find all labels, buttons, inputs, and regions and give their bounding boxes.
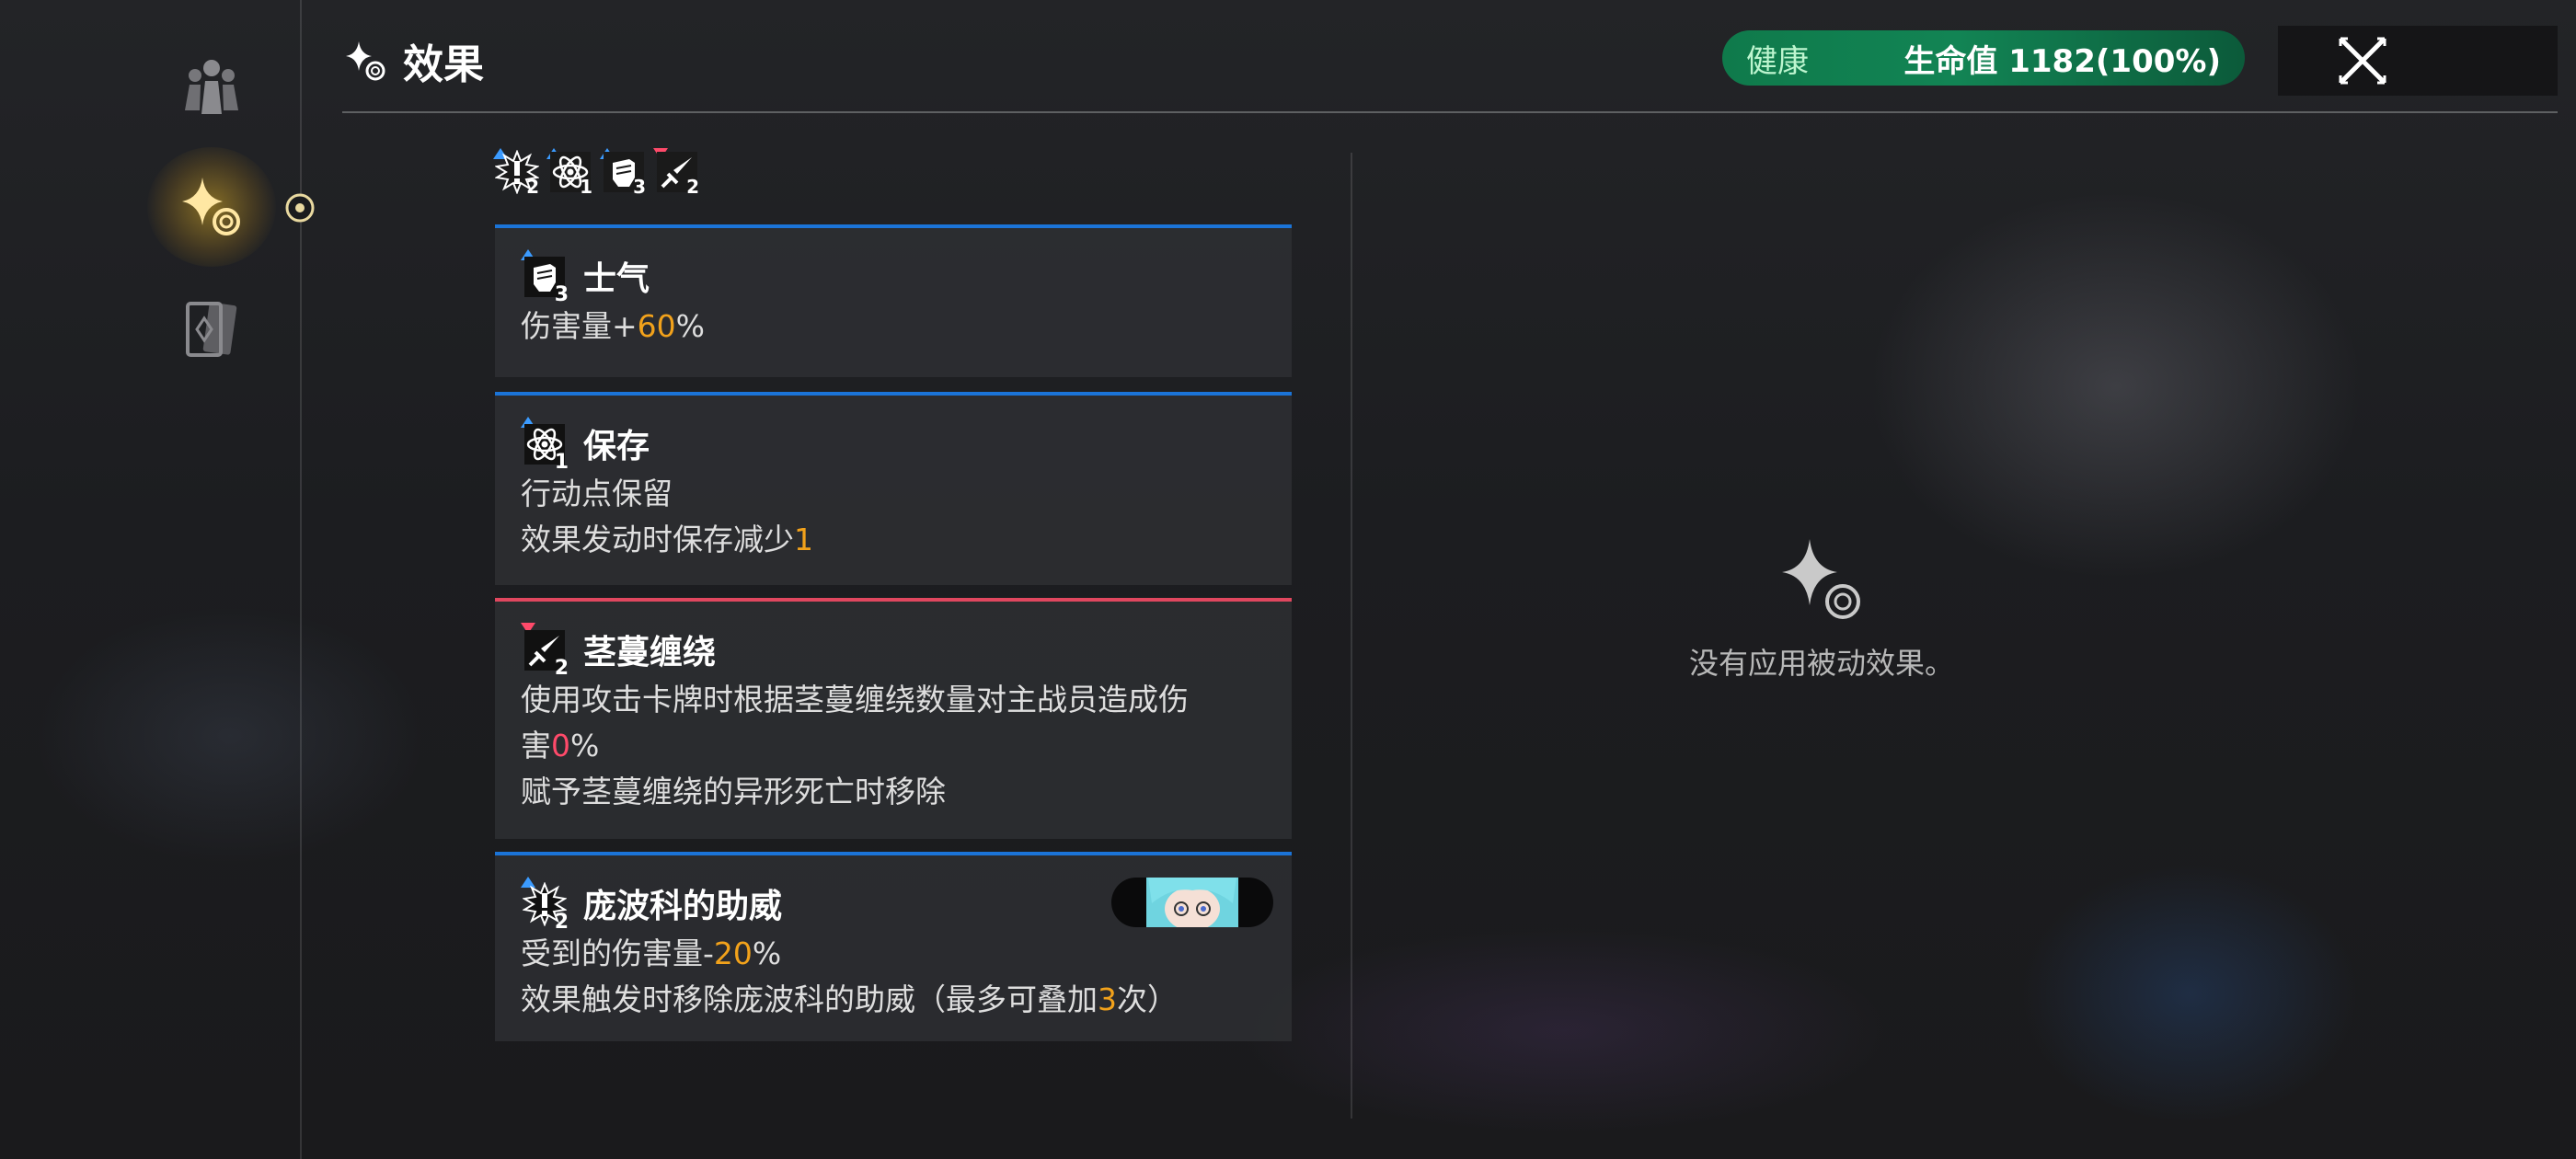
- sidebar-item-effects[interactable]: [147, 147, 276, 267]
- desc-value: 3: [1098, 981, 1117, 1017]
- effect-title: 保存: [583, 428, 650, 465]
- close-x-icon: [2339, 37, 2386, 85]
- desc-value: 60: [637, 308, 676, 344]
- panel-divider: [1351, 153, 1352, 1119]
- desc-text: %: [675, 308, 706, 344]
- summary-count: 2: [526, 176, 539, 198]
- summary-exclamation[interactable]: 2: [493, 148, 541, 198]
- effect-desc: 害0%: [521, 723, 1266, 769]
- sparkle-swirl-icon: [346, 41, 385, 81]
- effect-desc: 效果触发时移除庞波科的助威（最多可叠加3次）: [521, 977, 1266, 1023]
- card-icon-wrap: 2: [521, 877, 569, 934]
- card-icon-wrap: 3: [521, 249, 569, 306]
- character-avatar-icon: [1146, 878, 1238, 927]
- desc-text: %: [570, 728, 600, 763]
- indicator-ring-icon: [285, 193, 315, 223]
- effect-title: 士气: [583, 260, 650, 298]
- desc-text: %: [752, 935, 782, 971]
- summary-count: 2: [686, 176, 699, 198]
- hp-value: 生命值 1182(100%): [1903, 42, 2221, 80]
- summary-sword[interactable]: 2: [653, 148, 701, 198]
- desc-text: 效果发动时保存减少: [521, 522, 794, 557]
- effect-card-vine-entangle[interactable]: 2 茎蔓缠绕 使用攻击卡牌时根据茎蔓缠绕数量对主战员造成伤 害0% 赋予茎蔓缠绕…: [495, 598, 1292, 839]
- desc-text: 效果触发时移除庞波科的助威（最多可叠加: [521, 981, 1098, 1017]
- desc-text: 次）: [1117, 981, 1178, 1017]
- party-members-icon: [185, 60, 238, 114]
- desc-value: 20: [713, 935, 753, 971]
- cards-icon: [186, 302, 237, 357]
- effect-title: 庞波科的助威: [583, 888, 783, 925]
- desc-text: 伤害量+: [521, 308, 638, 344]
- desc-value: 1: [794, 522, 813, 557]
- close-button[interactable]: [2278, 26, 2558, 96]
- summary-count: 1: [580, 176, 592, 198]
- effect-card-morale[interactable]: 3 士气 伤害量+60%: [495, 224, 1292, 377]
- passive-effects-empty: 没有应用被动效果。: [1674, 534, 1969, 683]
- card-header: 2 茎蔓缠绕: [521, 622, 1266, 680]
- stack-count: 2: [554, 657, 569, 680]
- effects-sparkle-icon: [182, 178, 240, 235]
- sparkle-swirl-icon: [1782, 539, 1860, 619]
- title-label: 效果: [403, 41, 484, 88]
- effect-desc: 伤害量+60%: [521, 304, 1266, 350]
- header-divider: [342, 111, 2558, 113]
- sidebar-item-party[interactable]: [175, 52, 248, 121]
- effect-title: 茎蔓缠绕: [583, 634, 717, 671]
- effect-desc: 赋予茎蔓缠绕的异形死亡时移除: [521, 774, 946, 809]
- stack-count: 3: [554, 283, 569, 306]
- desc-value: 0: [551, 728, 570, 763]
- effect-desc: 使用攻击卡牌时根据茎蔓缠绕数量对主战员造成伤: [521, 682, 1189, 717]
- effect-desc: 受到的伤害量-20%: [521, 931, 1266, 977]
- card-header: 3 士气: [521, 248, 1266, 306]
- effect-card-cheer[interactable]: 2 庞波科的助威 受到的伤害量-20% 效果触发时移除庞波科的助威（最多可叠加3…: [495, 852, 1292, 1041]
- sidebar-item-cards[interactable]: [178, 294, 245, 364]
- page-title: 效果: [342, 31, 484, 90]
- sidebar-divider: [300, 0, 302, 1159]
- card-header: 1 保存: [521, 416, 1266, 474]
- health-bar: 健康 生命值 1182(100%): [1722, 30, 2245, 86]
- summary-atom[interactable]: 1: [546, 148, 594, 198]
- card-icon-wrap: 2: [521, 623, 569, 680]
- health-status: 健康: [1746, 42, 1809, 80]
- effect-desc: 行动点保留: [521, 476, 673, 511]
- summary-fist[interactable]: 3: [600, 148, 648, 198]
- stack-count: 2: [554, 911, 569, 934]
- effect-card-preserve[interactable]: 1 保存 行动点保留 效果发动时保存减少1: [495, 392, 1292, 585]
- empty-message: 没有应用被动效果。: [1688, 646, 1954, 681]
- active-indicator: [282, 189, 318, 226]
- summary-count: 3: [633, 176, 646, 198]
- stack-count: 1: [554, 451, 569, 474]
- card-icon-wrap: 1: [521, 417, 569, 474]
- desc-text: 受到的伤害量-: [521, 935, 714, 971]
- effect-desc: 效果发动时保存减少1: [521, 517, 1266, 563]
- character-portrait: [1111, 878, 1273, 927]
- effect-summary: 2 1 3 2: [493, 145, 701, 199]
- desc-text: 害: [521, 728, 551, 763]
